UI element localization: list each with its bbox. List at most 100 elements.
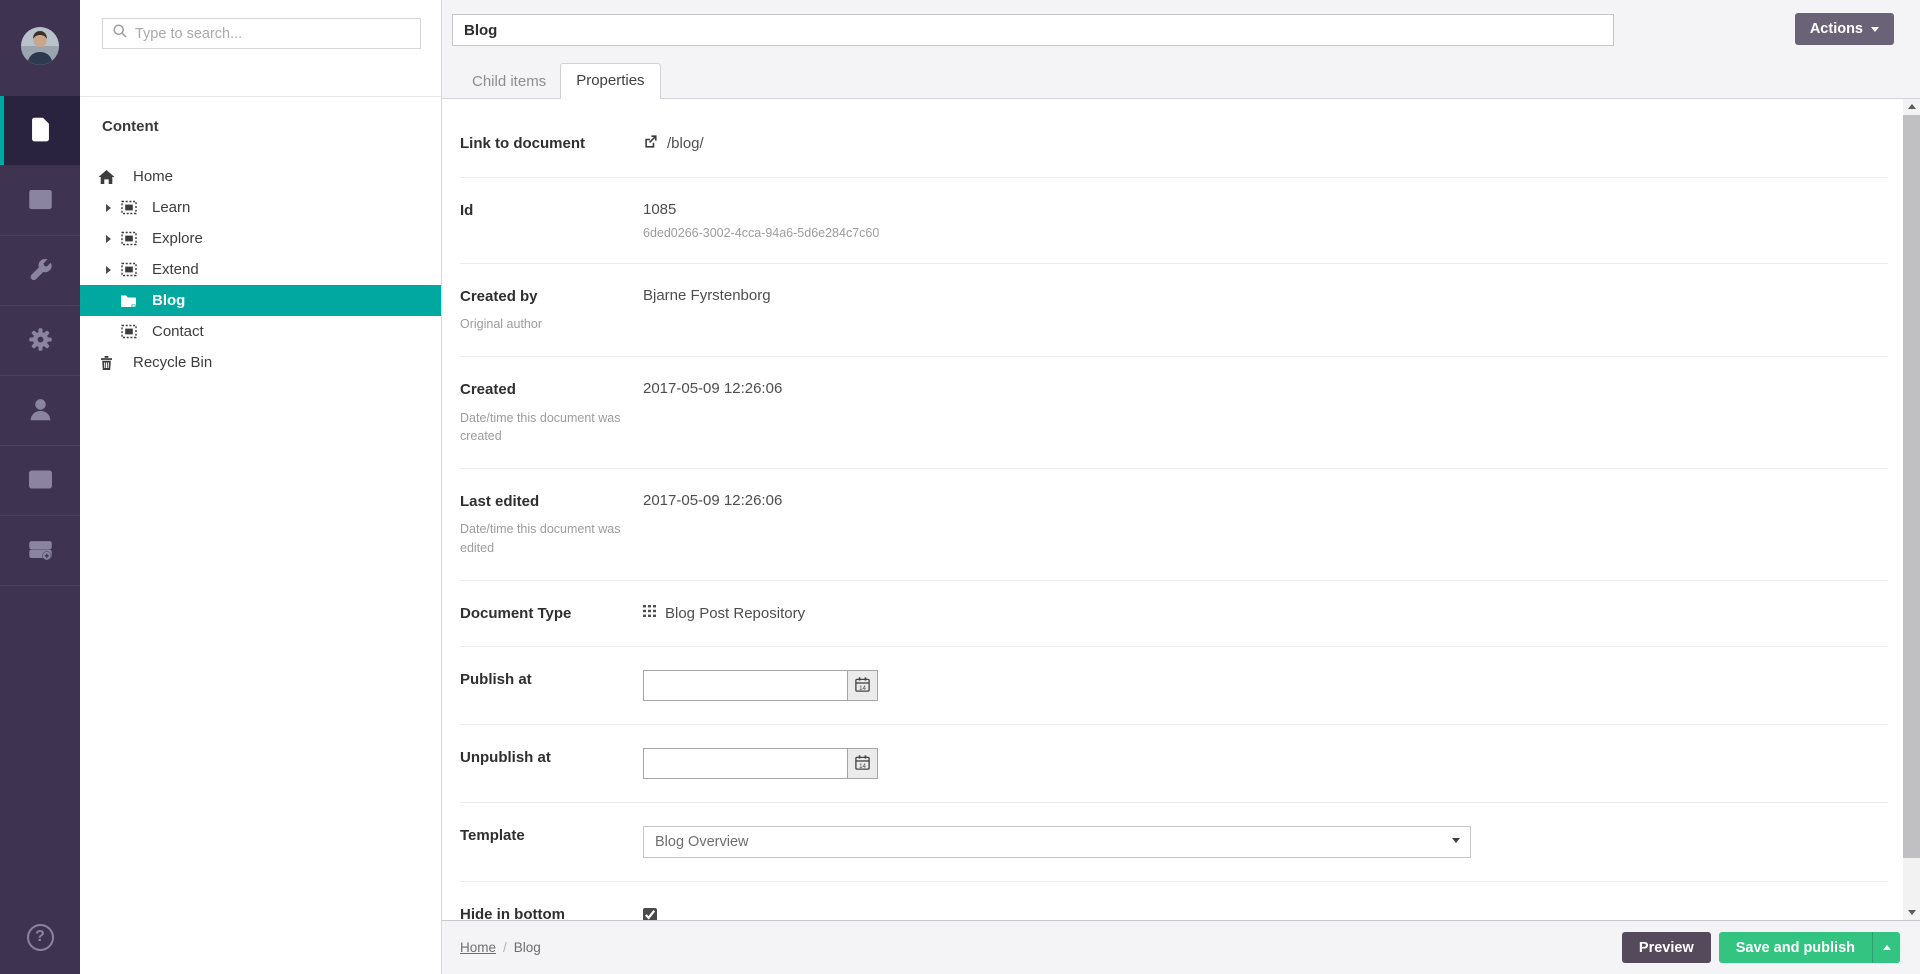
media-icon <box>27 186 54 216</box>
property-label: Unpublish at <box>460 748 600 768</box>
content-tree: Content Home Learn <box>80 97 441 378</box>
property-label: Created <box>460 380 600 400</box>
question-icon: ? <box>27 924 54 951</box>
content-tree-panel: Content Home Learn <box>80 0 442 974</box>
tree-item-recycle-bin[interactable]: Recycle Bin <box>80 347 441 378</box>
tree-search-bar <box>80 0 441 97</box>
tree-item-learn[interactable]: Learn <box>80 192 441 223</box>
property-row-last-edited: Last edited Date/time this document was … <box>460 469 1888 581</box>
property-row-link-to-document: Link to document /blog/ <box>460 111 1888 178</box>
svg-text:14: 14 <box>859 762 866 769</box>
tree-item-label: Blog <box>152 292 185 309</box>
tree-item-extend[interactable]: Extend <box>80 254 441 285</box>
actions-button-label: Actions <box>1810 21 1863 37</box>
property-label: Document Type <box>460 604 600 624</box>
preview-button[interactable]: Preview <box>1622 932 1711 963</box>
grid-icon <box>643 605 656 622</box>
breadcrumb-home-link[interactable]: Home <box>460 940 496 955</box>
section-title: Content <box>80 118 441 135</box>
tree-item-home[interactable]: Home <box>80 161 441 192</box>
property-description: Original author <box>460 315 625 333</box>
publish-at-calendar-button[interactable]: 14 <box>847 670 878 701</box>
save-split-button: Save and publish <box>1719 932 1900 963</box>
property-row-created: Created Date/time this document was crea… <box>460 357 1888 469</box>
calendar-icon: 14 <box>854 754 871 774</box>
user-avatar[interactable] <box>0 0 80 96</box>
id-card-icon <box>27 466 54 496</box>
stamp-icon <box>120 324 137 340</box>
node-id-value: 1085 <box>643 201 879 218</box>
property-row-document-type: Document Type Blog Post Repository <box>460 581 1888 648</box>
rail-item-developer[interactable] <box>0 306 80 376</box>
tree-item-explore[interactable]: Explore <box>80 223 441 254</box>
property-label: Last edited <box>460 492 600 512</box>
hide-in-nav-checkbox[interactable] <box>643 908 657 920</box>
property-row-publish-at: Publish at 14 <box>460 647 1888 725</box>
save-and-publish-button[interactable]: Save and publish <box>1719 932 1872 963</box>
tree-item-blog[interactable]: Blog <box>80 285 441 316</box>
actions-button[interactable]: Actions <box>1795 13 1894 45</box>
rail-item-media[interactable] <box>0 166 80 236</box>
unpublish-at-calendar-button[interactable]: 14 <box>847 748 878 779</box>
property-label: Created by <box>460 287 600 307</box>
scroll-down-arrow-icon[interactable] <box>1903 905 1920 920</box>
stamp-icon <box>120 200 137 216</box>
section-rail: ? <box>0 0 80 974</box>
editor-tabs: Child items Properties <box>458 63 661 99</box>
editor-header: Actions Child items Properties <box>442 0 1920 99</box>
calendar-icon: 14 <box>854 676 871 696</box>
expand-caret-icon[interactable] <box>106 235 120 243</box>
document-icon <box>27 116 54 146</box>
vertical-scrollbar[interactable] <box>1903 99 1920 920</box>
document-link[interactable]: /blog/ <box>667 135 704 152</box>
property-label: Template <box>460 826 600 846</box>
property-label: Publish at <box>460 670 600 690</box>
tab-properties[interactable]: Properties <box>560 63 660 99</box>
search-box[interactable] <box>102 18 421 49</box>
svg-text:14: 14 <box>859 684 866 691</box>
template-select[interactable]: Blog Overview <box>643 826 1471 858</box>
rail-item-forms[interactable] <box>0 516 80 586</box>
property-row-unpublish-at: Unpublish at 14 <box>460 725 1888 803</box>
editor-footer: Home / Blog Preview Save and publish <box>442 920 1920 974</box>
tree-item-label: Learn <box>152 199 190 216</box>
editor-main: Actions Child items Properties Link to d… <box>442 0 1920 974</box>
breadcrumb-separator: / <box>503 940 507 955</box>
expand-caret-icon[interactable] <box>106 266 120 274</box>
rail-item-settings[interactable] <box>0 236 80 306</box>
property-row-hide-in-bottom-navigation: Hide in bottom navigation? <box>460 882 1888 920</box>
chevron-up-icon <box>1883 945 1891 950</box>
node-name-input[interactable] <box>452 14 1614 46</box>
breadcrumb: Home / Blog <box>460 940 1622 955</box>
publish-at-input[interactable] <box>643 670 848 701</box>
breadcrumb-current: Blog <box>514 940 541 955</box>
tree-item-label: Recycle Bin <box>133 354 212 371</box>
rail-item-users[interactable] <box>0 376 80 446</box>
gear-icon <box>27 326 54 356</box>
tree-item-contact[interactable]: Contact <box>80 316 441 347</box>
user-icon <box>27 396 54 426</box>
expand-caret-icon[interactable] <box>106 204 120 212</box>
last-edited-value: 2017-05-09 12:26:06 <box>643 490 782 557</box>
scrollbar-thumb[interactable] <box>1903 115 1920 858</box>
avatar <box>21 27 59 70</box>
search-input[interactable] <box>135 26 411 42</box>
scroll-up-arrow-icon[interactable] <box>1903 99 1920 114</box>
property-label: Link to document <box>460 134 600 154</box>
external-link-icon <box>643 134 658 153</box>
property-description: Date/time this document was created <box>460 409 625 445</box>
save-options-toggle[interactable] <box>1872 932 1900 963</box>
tree-item-label: Explore <box>152 230 203 247</box>
property-row-id: Id 1085 6ded0266-3002-4cca-94a6-5d6e284c… <box>460 178 1888 264</box>
rail-item-members[interactable] <box>0 446 80 516</box>
help-button[interactable]: ? <box>0 900 80 974</box>
folder-icon <box>120 293 137 309</box>
umbraco-backoffice: ? Content Home <box>0 0 1920 974</box>
property-description: Date/time this document was edited <box>460 520 625 556</box>
property-label: Id <box>460 201 600 221</box>
tree-item-label: Extend <box>152 261 199 278</box>
tab-child-items[interactable]: Child items <box>458 65 560 99</box>
forms-icon <box>27 536 54 566</box>
rail-item-content[interactable] <box>0 96 80 166</box>
unpublish-at-input[interactable] <box>643 748 848 779</box>
